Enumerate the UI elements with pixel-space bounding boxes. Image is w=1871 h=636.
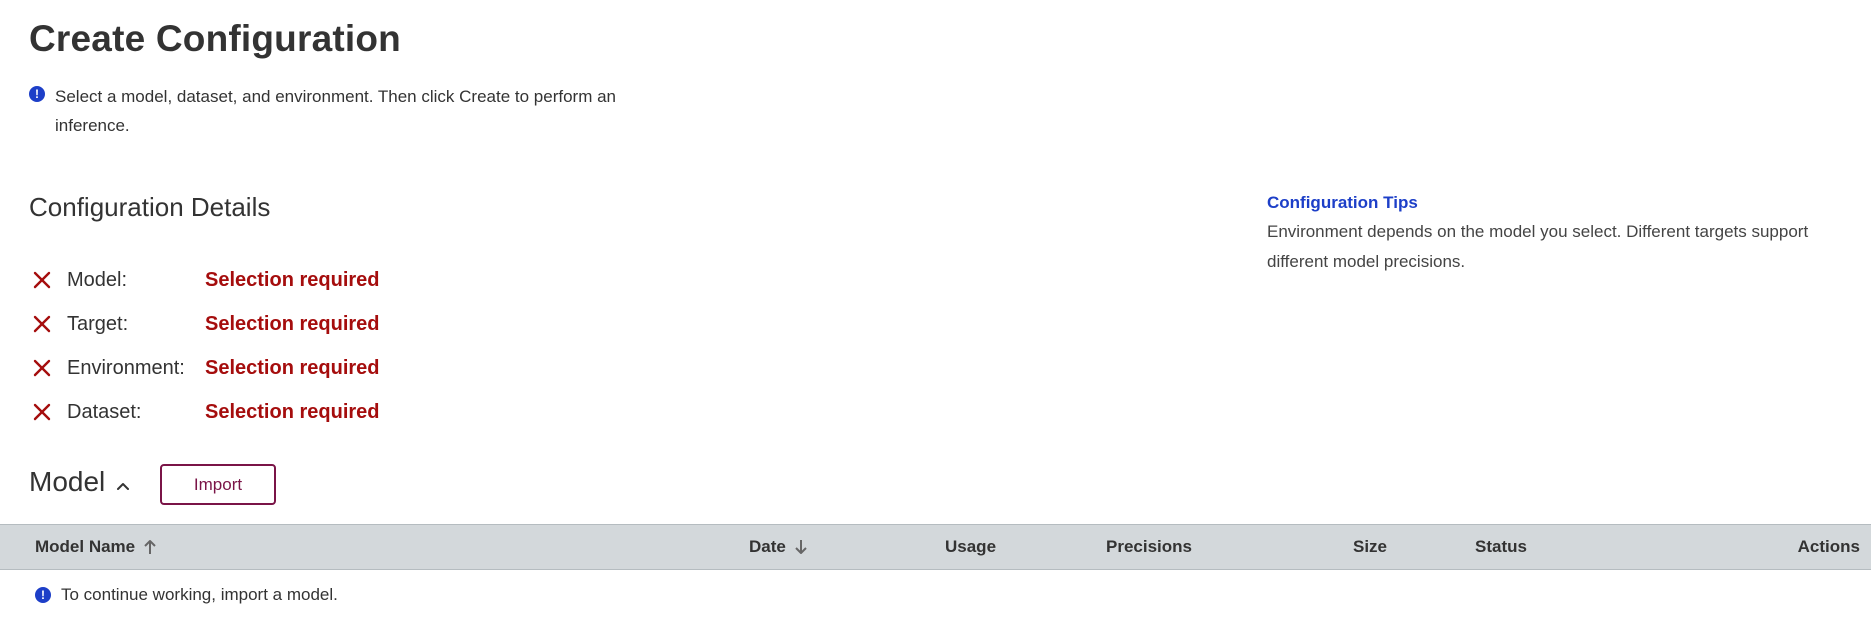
close-icon bbox=[33, 359, 51, 377]
sort-descending-icon[interactable] bbox=[794, 538, 808, 556]
tips-title: Configuration Tips bbox=[1267, 193, 1418, 212]
configuration-details-title: Configuration Details bbox=[29, 192, 271, 222]
detail-label: Target: bbox=[67, 312, 129, 335]
detail-value: Selection required bbox=[205, 356, 380, 379]
empty-message-text: To continue working, import a model. bbox=[61, 585, 338, 604]
column-label: Date bbox=[749, 537, 786, 556]
chevron-up-icon[interactable] bbox=[115, 480, 131, 492]
page-title: Create Configuration bbox=[29, 18, 401, 59]
column-label: Actions bbox=[1797, 537, 1860, 556]
close-icon bbox=[33, 271, 51, 289]
model-section-toggle[interactable]: Model bbox=[29, 466, 131, 498]
import-button[interactable]: Import bbox=[160, 464, 276, 505]
configuration-details-list: Model: Selection required Target: Select… bbox=[31, 258, 380, 434]
column-label: Status bbox=[1475, 537, 1527, 556]
detail-value: Selection required bbox=[205, 268, 380, 291]
column-header-precisions[interactable]: Precisions bbox=[1106, 525, 1192, 569]
detail-label: Model: bbox=[67, 268, 128, 291]
sort-ascending-icon[interactable] bbox=[143, 538, 157, 556]
column-label: Usage bbox=[945, 537, 997, 556]
tips-text: Environment depends on the model you sel… bbox=[1267, 222, 1809, 271]
close-icon bbox=[33, 315, 51, 333]
column-label: Model Name bbox=[35, 537, 136, 556]
page: Create Configuration ! Select a model, d… bbox=[0, 0, 1871, 636]
detail-row-target: Target: Selection required bbox=[31, 302, 380, 346]
column-header-date[interactable]: Date bbox=[749, 525, 808, 569]
intro-text: Select a model, dataset, and environment… bbox=[55, 87, 616, 135]
close-icon bbox=[33, 403, 51, 421]
column-header-usage[interactable]: Usage bbox=[945, 525, 996, 569]
model-table-header: Model Name Date Usage Precisions Size St… bbox=[0, 524, 1871, 570]
column-header-status[interactable]: Status bbox=[1475, 525, 1527, 569]
empty-table-message: ! To continue working, import a model. bbox=[35, 585, 338, 605]
detail-row-dataset: Dataset: Selection required bbox=[31, 390, 380, 434]
detail-value: Selection required bbox=[205, 312, 380, 335]
info-icon: ! bbox=[29, 86, 45, 102]
column-label: Size bbox=[1353, 537, 1388, 556]
detail-value: Selection required bbox=[205, 400, 380, 423]
column-header-size[interactable]: Size bbox=[1353, 525, 1387, 569]
column-label: Precisions bbox=[1106, 537, 1192, 556]
detail-label: Dataset: bbox=[67, 400, 142, 423]
configuration-tips: Configuration Tips Environment depends o… bbox=[1267, 193, 1857, 277]
detail-row-environment: Environment: Selection required bbox=[31, 346, 380, 390]
intro-message: ! Select a model, dataset, and environme… bbox=[29, 82, 669, 140]
model-section-title: Model bbox=[29, 466, 106, 497]
detail-label: Environment: bbox=[67, 356, 185, 379]
column-header-actions: Actions bbox=[1798, 525, 1860, 569]
info-icon: ! bbox=[35, 587, 51, 603]
detail-row-model: Model: Selection required bbox=[31, 258, 380, 302]
column-header-model-name[interactable]: Model Name bbox=[35, 525, 157, 569]
